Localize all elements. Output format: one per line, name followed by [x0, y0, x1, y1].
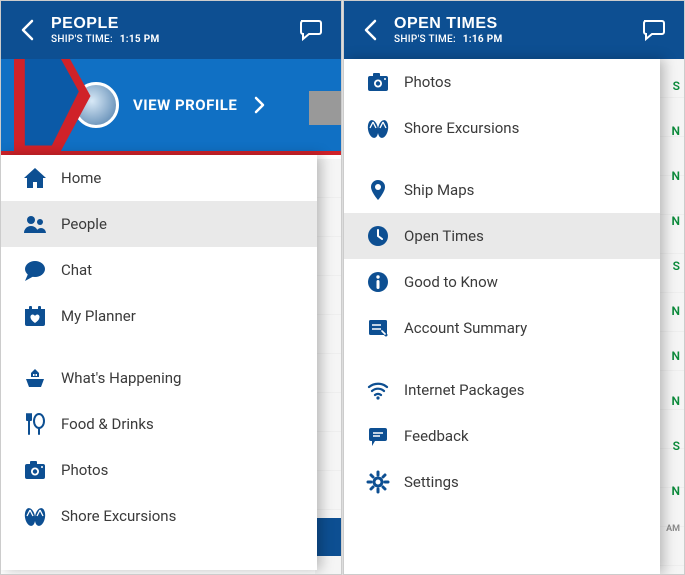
menu-item-planner[interactable]: My Planner: [1, 293, 317, 339]
menu-item-maps[interactable]: Ship Maps: [344, 167, 660, 213]
flipflops-icon: [360, 115, 396, 141]
menu-item-label: Open Times: [404, 227, 484, 245]
ship-icon: [17, 365, 53, 391]
ships-time: SHIP'S TIME: 1:15 PM: [51, 34, 293, 45]
screen-open-times: OPEN TIMES SHIP'S TIME: 1:16 PM S N N N …: [343, 0, 685, 575]
menu-item-feedback[interactable]: Feedback: [344, 413, 660, 459]
menu-item-label: Ship Maps: [404, 181, 474, 199]
header-text: PEOPLE SHIP'S TIME: 1:15 PM: [45, 15, 293, 45]
clock-icon: [360, 223, 396, 249]
back-button[interactable]: [13, 17, 45, 43]
header-text: OPEN TIMES SHIP'S TIME: 1:16 PM: [388, 15, 636, 45]
menu-separator: [344, 151, 660, 167]
menu-item-internet[interactable]: Internet Packages: [344, 367, 660, 413]
menu-item-label: Shore Excursions: [404, 119, 519, 137]
menu-item-photos[interactable]: Photos: [1, 447, 317, 493]
menu-item-know[interactable]: Good to Know: [344, 259, 660, 305]
profile-banner[interactable]: VIEW PROFILE: [1, 59, 341, 155]
menu-item-label: Photos: [61, 461, 108, 479]
menu-item-happening[interactable]: What's Happening: [1, 355, 317, 401]
nav-drawer: Photos Shore Excursions Ship Maps Open Time…: [344, 59, 660, 574]
menu-separator: [1, 339, 317, 355]
menu-item-label: Home: [61, 169, 101, 187]
menu-item-open[interactable]: Open Times: [344, 213, 660, 259]
gear-icon: [360, 469, 396, 495]
page-title: OPEN TIMES: [394, 15, 636, 33]
calendar-heart-icon: [17, 303, 53, 329]
screen-people: PEOPLE SHIP'S TIME: 1:15 PM VIEW PROFILE…: [0, 0, 342, 575]
back-icon: [16, 17, 42, 43]
page-title: PEOPLE: [51, 15, 293, 33]
menu-item-label: Good to Know: [404, 273, 498, 291]
menu-item-label: What's Happening: [61, 369, 181, 387]
menu-item-label: Photos: [404, 73, 451, 91]
view-profile-label: VIEW PROFILE: [133, 93, 265, 117]
menu-item-settings[interactable]: Settings: [344, 459, 660, 505]
pin-icon: [360, 177, 396, 203]
nav-drawer: Home People Chat My Planner What's Happening…: [1, 155, 317, 570]
menu-item-label: Account Summary: [404, 319, 527, 337]
feedback-icon: [360, 423, 396, 449]
food-icon: [17, 411, 53, 437]
camera-icon: [17, 457, 53, 483]
chat-icon: [640, 16, 668, 44]
chevron-right-icon: [247, 93, 265, 117]
carnival-tail-icon: [5, 59, 95, 155]
home-icon: [17, 165, 53, 191]
chat-icon: [297, 16, 325, 44]
flipflops-icon: [17, 503, 53, 529]
obscured-content: [315, 159, 341, 574]
menu-item-account[interactable]: Account Summary: [344, 305, 660, 351]
obscured-content: S N N N S N N N S N AM: [658, 59, 684, 574]
menu-item-photos[interactable]: Photos: [344, 59, 660, 105]
back-button[interactable]: [356, 17, 388, 43]
wifi-icon: [360, 377, 396, 403]
menu-item-home[interactable]: Home: [1, 155, 317, 201]
chat-button[interactable]: [636, 16, 672, 44]
menu-item-chat[interactable]: Chat: [1, 247, 317, 293]
chat-button[interactable]: [293, 16, 329, 44]
menu-item-label: Settings: [404, 473, 459, 491]
menu-item-people[interactable]: People: [1, 201, 317, 247]
menu-item-label: Internet Packages: [404, 381, 524, 399]
menu-item-food[interactable]: Food & Drinks: [1, 401, 317, 447]
menu-item-label: Feedback: [404, 427, 469, 445]
back-icon: [359, 17, 385, 43]
ships-time: SHIP'S TIME: 1:16 PM: [394, 34, 636, 45]
header: OPEN TIMES SHIP'S TIME: 1:16 PM: [344, 1, 684, 59]
menu-item-label: People: [61, 215, 107, 233]
menu-item-shore[interactable]: Shore Excursions: [1, 493, 317, 539]
people-icon: [17, 211, 53, 237]
menu-item-label: Chat: [61, 261, 92, 279]
menu-item-label: My Planner: [61, 307, 136, 325]
info-icon: [360, 269, 396, 295]
menu-item-shore[interactable]: Shore Excursions: [344, 105, 660, 151]
header: PEOPLE SHIP'S TIME: 1:15 PM: [1, 1, 341, 59]
menu-separator: [344, 351, 660, 367]
chat-bubble-icon: [17, 257, 53, 283]
menu-item-label: Food & Drinks: [61, 415, 154, 433]
menu-item-label: Shore Excursions: [61, 507, 176, 525]
camera-icon: [360, 69, 396, 95]
receipt-icon: [360, 315, 396, 341]
